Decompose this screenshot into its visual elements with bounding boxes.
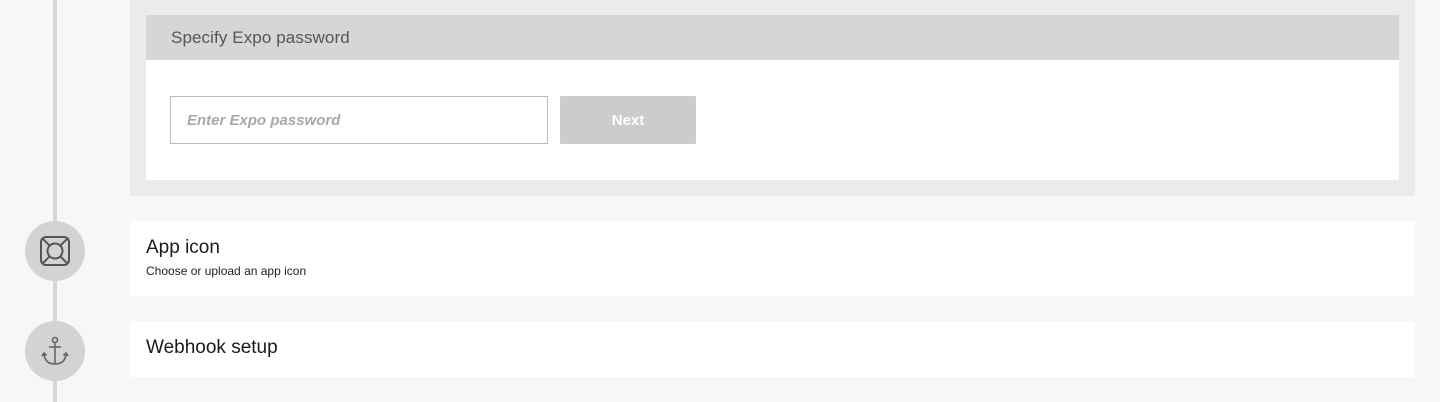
expo-password-input[interactable] <box>170 96 548 144</box>
expo-password-step-body: Next <box>146 60 1399 180</box>
expo-password-step-title: Specify Expo password <box>171 27 350 47</box>
expo-password-step-header[interactable]: Specify Expo password <box>146 15 1399 60</box>
webhook-step-title: Webhook setup <box>146 337 278 358</box>
expo-password-step-panel: Specify Expo password Next <box>130 0 1415 196</box>
next-button[interactable]: Next <box>560 96 696 144</box>
app-icon-step-title: App icon <box>146 237 220 258</box>
app-icon-step-subtitle: Choose or upload an app icon <box>146 264 307 278</box>
app-icon-step-badge <box>25 221 85 281</box>
webhook-step-card[interactable]: Webhook setup <box>130 321 1415 377</box>
anchor-icon <box>41 336 69 365</box>
build-steps-page: Specify Expo password Next App icon Choo… <box>0 0 1440 402</box>
app-icon-square-icon <box>40 236 70 266</box>
webhook-step-badge <box>25 321 85 381</box>
app-icon-step-card[interactable]: App icon Choose or upload an app icon <box>130 221 1415 296</box>
